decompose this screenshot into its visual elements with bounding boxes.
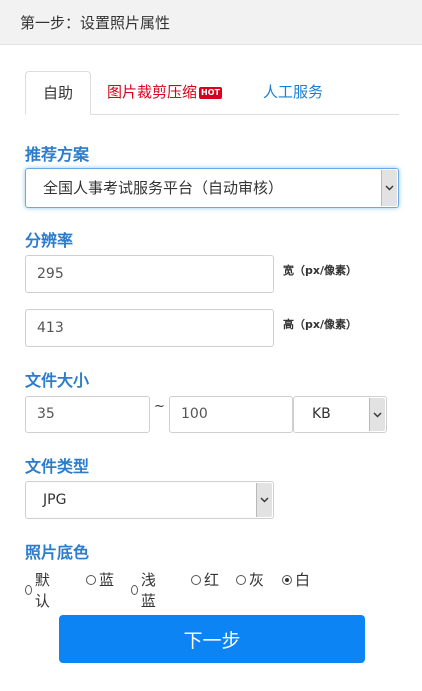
radio-light-blue[interactable]: 浅蓝 <box>131 569 159 611</box>
width-input[interactable]: 295 <box>25 255 274 293</box>
next-step-button[interactable]: 下一步 <box>59 615 365 663</box>
tab-self-service[interactable]: 自助 <box>25 71 91 115</box>
radio-label: 蓝 <box>99 571 115 589</box>
radio-circle-checked[interactable] <box>282 574 292 585</box>
radio-default[interactable]: 默认 <box>25 569 53 611</box>
radio-circle[interactable] <box>86 574 96 585</box>
radio-white[interactable]: 白 <box>282 569 310 590</box>
scheme-select-value: 全国人事考试服务平台（自动审核） <box>43 179 284 197</box>
radio-circle[interactable] <box>131 585 138 595</box>
filesize-min-input[interactable]: 35 <box>25 396 150 433</box>
range-separator: ~ <box>154 399 165 414</box>
radio-label: 默认 <box>34 571 50 610</box>
tab-image-crop-label: 图片裁剪压缩 <box>107 83 198 101</box>
page-header: 第一步：设置照片属性 <box>0 0 422 45</box>
tab-human-service[interactable]: 人工服务 <box>263 71 323 114</box>
filetype-select-value: JPG <box>43 492 67 508</box>
radio-label: 白 <box>295 571 311 589</box>
chevron-down-icon <box>369 398 385 431</box>
tab-image-crop[interactable]: 图片裁剪压缩 HOT <box>107 71 222 114</box>
scheme-select[interactable]: 全国人事考试服务平台（自动审核） <box>25 168 399 208</box>
radio-label: 灰 <box>249 571 265 589</box>
filesize-unit-value: KB <box>312 406 331 422</box>
height-input[interactable]: 413 <box>25 309 274 347</box>
radio-gray[interactable]: 灰 <box>236 569 264 590</box>
tab-human-service-label: 人工服务 <box>263 83 324 101</box>
page-title: 第一步：设置照片属性 <box>20 14 171 32</box>
hot-badge: HOT <box>199 87 222 99</box>
filesize-unit-select[interactable]: KB <box>293 396 387 433</box>
radio-label: 浅蓝 <box>140 571 156 610</box>
filesize-max-input[interactable]: 100 <box>169 396 293 433</box>
filetype-select[interactable]: JPG <box>25 481 274 519</box>
radio-circle[interactable] <box>236 574 246 585</box>
resolution-label: 分辨率 <box>25 231 74 250</box>
bgcolor-label: 照片底色 <box>25 543 90 562</box>
chevron-down-icon <box>381 170 397 206</box>
radio-circle[interactable] <box>191 574 201 585</box>
radio-circle[interactable] <box>25 585 32 595</box>
tab-bar: 自助 图片裁剪压缩 HOT 人工服务 <box>25 71 399 115</box>
chevron-down-icon <box>256 483 272 517</box>
height-unit-label: 高（px/像素） <box>283 318 357 331</box>
tab-self-service-label: 自助 <box>42 84 73 102</box>
radio-blue[interactable]: 蓝 <box>86 569 114 590</box>
filetype-label: 文件类型 <box>25 457 90 476</box>
width-unit-label: 宽（px/像素） <box>283 264 357 277</box>
filesize-label: 文件大小 <box>25 371 90 390</box>
scheme-label: 推荐方案 <box>25 145 90 164</box>
radio-label: 红 <box>204 571 220 589</box>
radio-red[interactable]: 红 <box>191 569 219 590</box>
